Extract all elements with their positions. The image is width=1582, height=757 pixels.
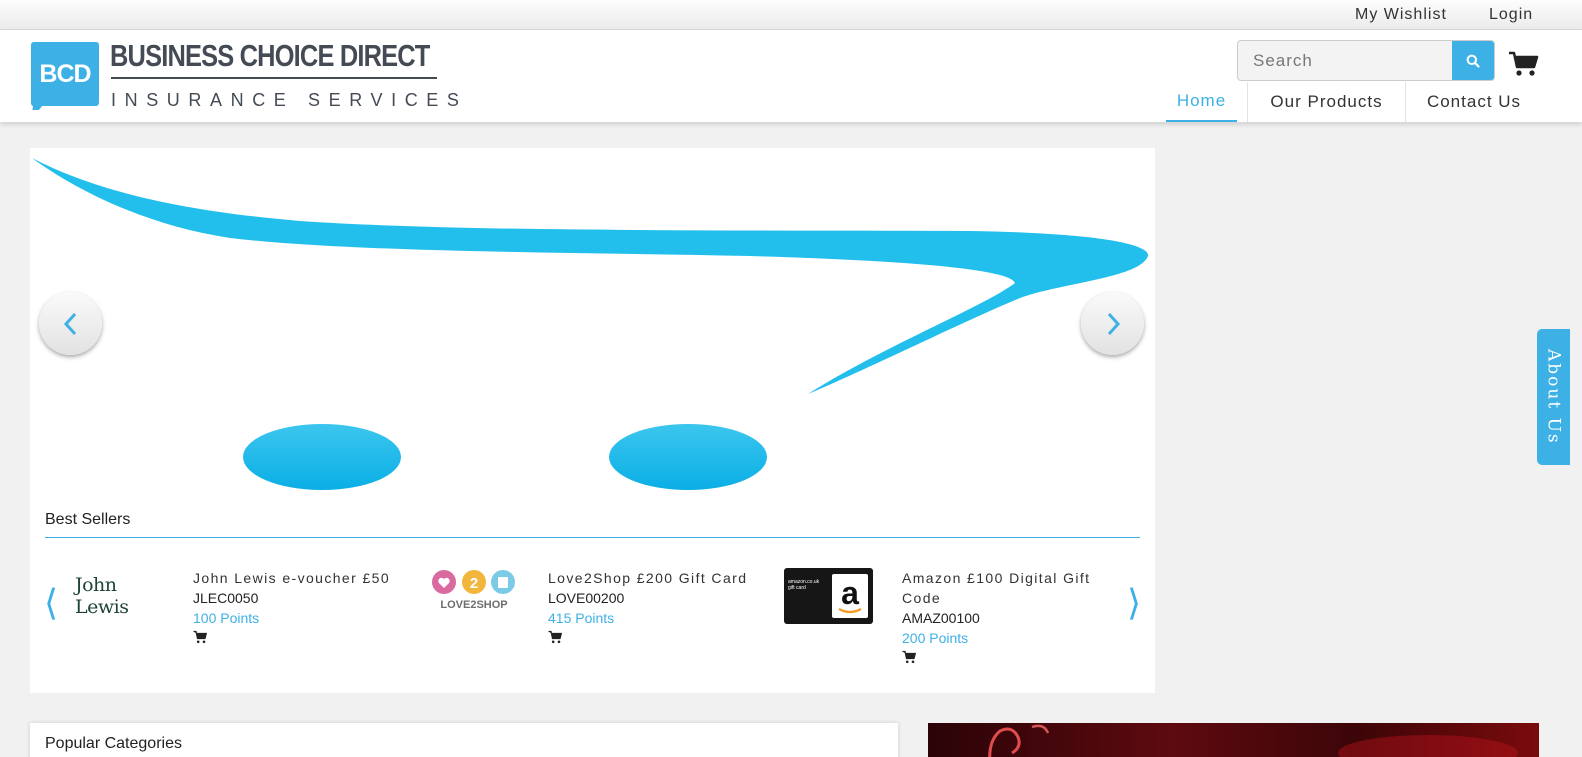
- love2shop-logo: 2 LOVE2SHOP: [430, 568, 520, 624]
- slider-prev-button[interactable]: [39, 292, 102, 355]
- product-card[interactable]: amazon.co.uk gift card a Amazon £100 Dig…: [784, 568, 1114, 668]
- love2shop-logo-graphic: 2 LOVE2SHOP: [432, 570, 515, 611]
- product-code: LOVE00200: [548, 590, 625, 606]
- product-name[interactable]: Love2Shop £200 Gift Card: [548, 568, 748, 588]
- add-to-cart-icon[interactable]: [193, 630, 207, 644]
- carousel-next-arrow[interactable]: ⟩: [1127, 586, 1141, 622]
- love2shop-logo-text: LOVE2SHOP: [440, 599, 507, 611]
- login-link[interactable]: Login: [1489, 6, 1533, 24]
- brand-subtitle: INSURANCE SERVICES: [111, 90, 468, 110]
- search-input[interactable]: [1238, 41, 1453, 80]
- search-icon: [1466, 54, 1480, 68]
- product-points: 200 Points: [902, 630, 969, 646]
- svg-text:2: 2: [470, 575, 478, 592]
- add-to-cart-icon[interactable]: [548, 630, 562, 644]
- nav-our-products[interactable]: Our Products: [1248, 82, 1405, 122]
- about-us-tab[interactable]: About Us: [1537, 329, 1570, 465]
- product-name[interactable]: Amazon £100 Digital Gift Code: [902, 568, 1102, 608]
- popular-categories-heading: Popular Categories: [45, 735, 182, 752]
- product-code: AMAZ00100: [902, 610, 980, 626]
- best-sellers-divider: [45, 537, 1140, 538]
- nav-contact-us[interactable]: Contact Us: [1406, 82, 1542, 122]
- popular-categories-card: Popular Categories: [30, 723, 898, 757]
- carousel-prev-arrow[interactable]: ⟨: [44, 586, 58, 622]
- add-to-cart-icon[interactable]: [902, 650, 916, 664]
- logo-badge-text: BCD: [39, 60, 90, 88]
- product-card[interactable]: 2 LOVE2SHOP Love2Shop £200 Gift Card LOV…: [430, 568, 760, 668]
- amazon-logo-icon: a: [838, 575, 862, 614]
- amazon-gift-card-logo: amazon.co.uk gift card a: [784, 568, 873, 624]
- brand-divider: [111, 77, 437, 79]
- product-name[interactable]: John Lewis e-voucher £50: [193, 568, 393, 588]
- product-points: 100 Points: [193, 610, 260, 626]
- bcd-logo-icon: BCD: [31, 42, 99, 110]
- site-header: BCD BUSINESS CHOICE DIRECT INSURANCE SER…: [0, 30, 1582, 122]
- chevron-left-icon: [63, 312, 76, 335]
- shopping-cart-icon[interactable]: [1508, 50, 1540, 78]
- brand-title: BUSINESS CHOICE DIRECT: [110, 38, 430, 73]
- john-lewis-logo: John Lewis: [75, 568, 165, 624]
- nav-home[interactable]: Home: [1166, 82, 1237, 122]
- amazon-logo-text: amazon.co.uk gift card: [788, 579, 820, 591]
- search-box: [1237, 40, 1495, 81]
- cart-swoosh-graphic: [32, 158, 1149, 490]
- neon-promo-graphic: [988, 724, 1518, 757]
- chevron-right-icon: [1107, 312, 1120, 335]
- john-lewis-logo-text: John Lewis: [75, 574, 129, 618]
- svg-text:a: a: [841, 575, 859, 611]
- slider-next-button[interactable]: [1081, 292, 1144, 355]
- top-utility-bar: My Wishlist Login: [0, 0, 1582, 30]
- best-sellers-heading: Best Sellers: [45, 511, 131, 528]
- product-card[interactable]: John Lewis John Lewis e-voucher £50 JLEC…: [75, 568, 405, 668]
- about-us-tab-label: About Us: [1543, 349, 1564, 445]
- my-wishlist-link[interactable]: My Wishlist: [1355, 6, 1447, 24]
- product-code: JLEC0050: [193, 590, 259, 606]
- promo-banner[interactable]: [928, 723, 1539, 757]
- search-button[interactable]: [1452, 41, 1494, 80]
- hero-banner: [30, 148, 1155, 498]
- main-content-card: Best Sellers ⟨ ⟩ John Lewis John Lewis e…: [30, 148, 1155, 693]
- product-points: 415 Points: [548, 610, 615, 626]
